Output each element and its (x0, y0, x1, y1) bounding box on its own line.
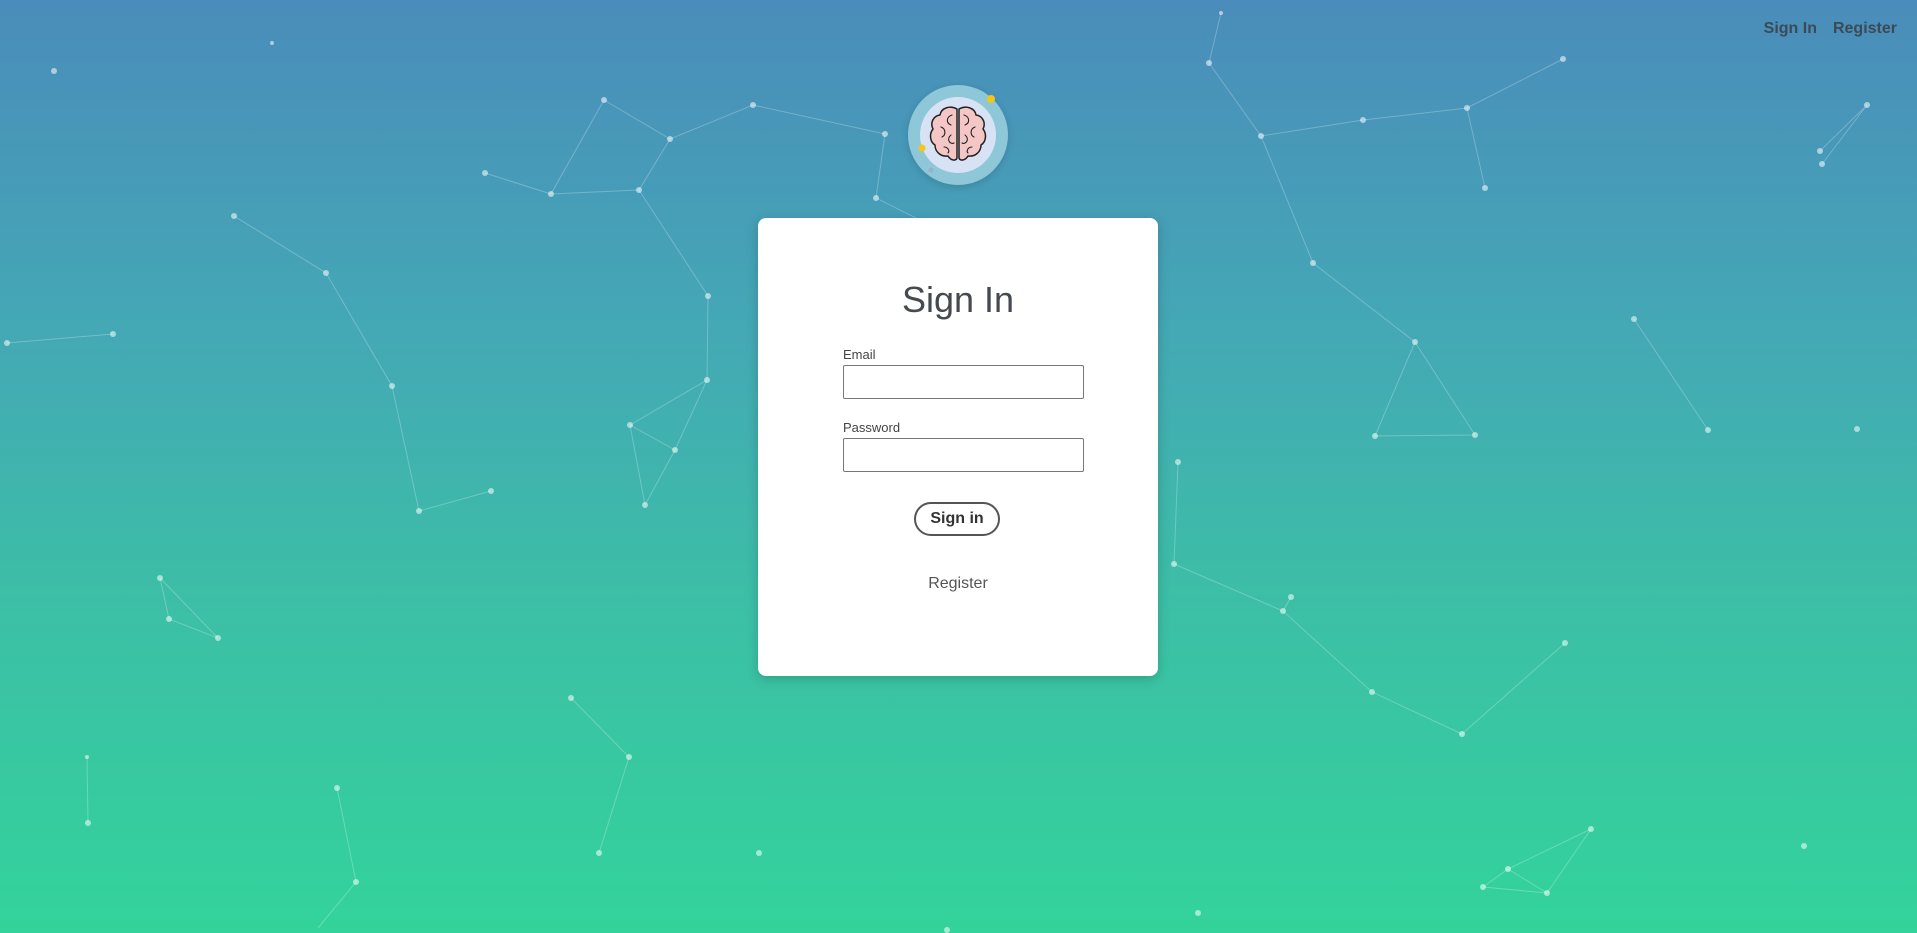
brain-icon (918, 95, 996, 173)
password-label: Password (843, 420, 901, 435)
sign-in-card: Sign In Email Password Sign in Register (758, 218, 1158, 676)
page-title: Sign In (901, 279, 1015, 320)
top-nav: Sign In Register (1764, 20, 1897, 38)
register-link[interactable]: Register (758, 575, 1158, 593)
brain-logo (908, 85, 1008, 185)
password-field[interactable] (843, 438, 1084, 472)
email-label: Email (843, 347, 876, 362)
nav-sign-in-link[interactable]: Sign In (1764, 20, 1817, 38)
nav-register-link[interactable]: Register (1833, 20, 1897, 38)
email-field[interactable] (843, 365, 1084, 399)
sign-in-button[interactable]: Sign in (914, 502, 1000, 536)
